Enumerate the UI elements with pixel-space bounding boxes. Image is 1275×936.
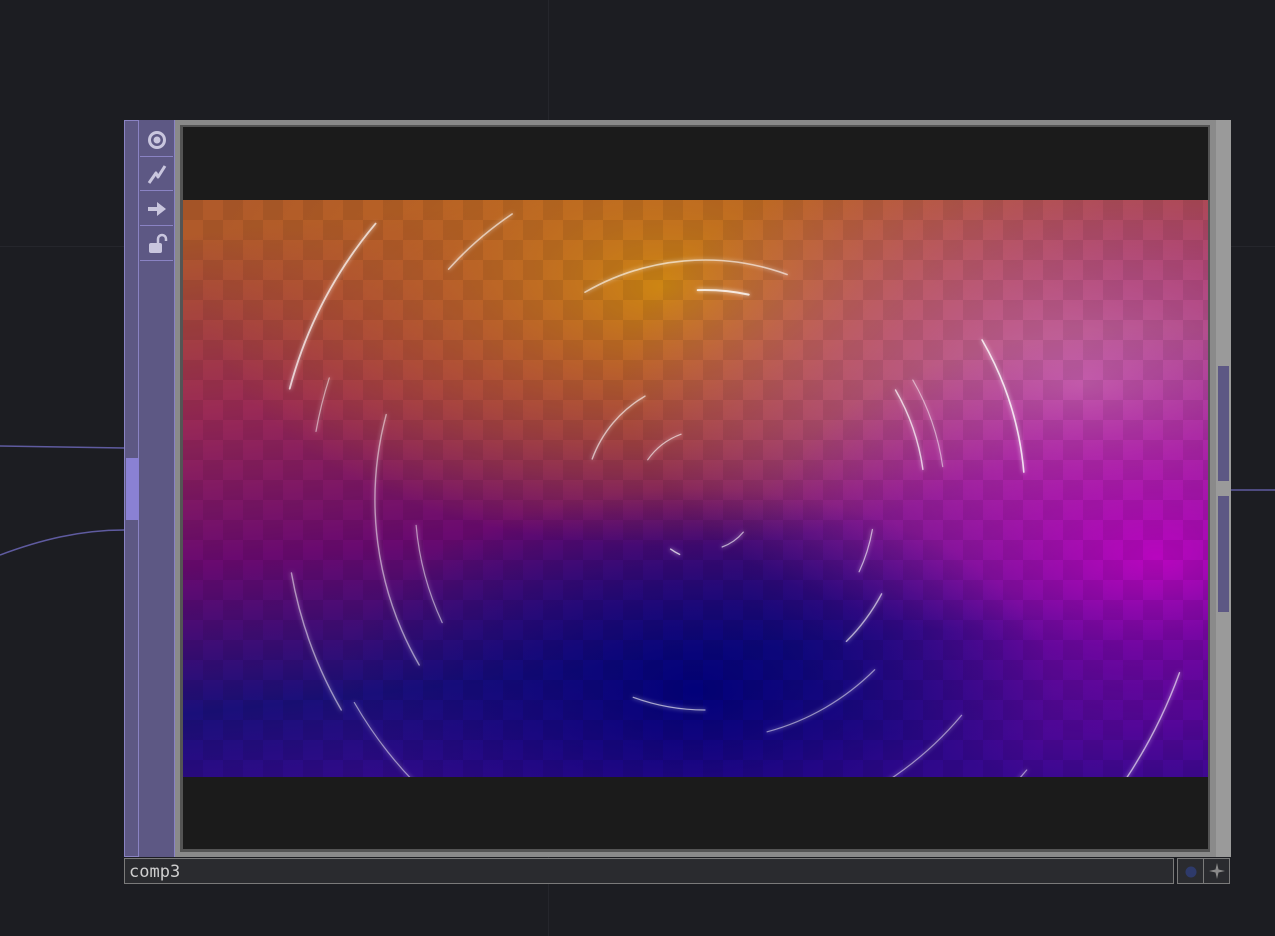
node-viewer[interactable]: [183, 127, 1208, 849]
export-flag-button[interactable]: [140, 192, 173, 226]
lock-flag-button[interactable]: [140, 227, 173, 261]
node-viewer-frame: [175, 120, 1216, 857]
viewer-flag-button[interactable]: [140, 123, 173, 157]
output-connector-lower[interactable]: [1218, 496, 1229, 612]
unlock-icon: [148, 233, 167, 253]
node-name: comp3: [129, 862, 181, 882]
output-connector-upper[interactable]: [1218, 366, 1229, 481]
arrow-right-icon: [147, 201, 166, 216]
input-wire-upper[interactable]: [0, 445, 125, 449]
output-strip[interactable]: [1216, 120, 1231, 857]
node-pin-button[interactable]: [1203, 858, 1230, 884]
input-connector[interactable]: [126, 458, 139, 520]
render-image: [183, 200, 1208, 777]
comp3-node[interactable]: [124, 120, 1231, 857]
blue-dot-icon: [1185, 866, 1196, 878]
pin-icon: [1208, 863, 1225, 879]
input-strip[interactable]: [124, 120, 139, 857]
node-flags: [139, 120, 175, 857]
node-viewer-border: [180, 125, 1210, 852]
input-wire-lower[interactable]: [0, 529, 125, 556]
node-name-field[interactable]: comp3: [124, 858, 1174, 884]
node-dot-button[interactable]: [1177, 858, 1204, 884]
graph-flag-button[interactable]: [140, 157, 173, 191]
render-preview: [183, 200, 1208, 777]
graph-icon: [147, 164, 166, 184]
viewer-target-icon: [147, 130, 166, 149]
